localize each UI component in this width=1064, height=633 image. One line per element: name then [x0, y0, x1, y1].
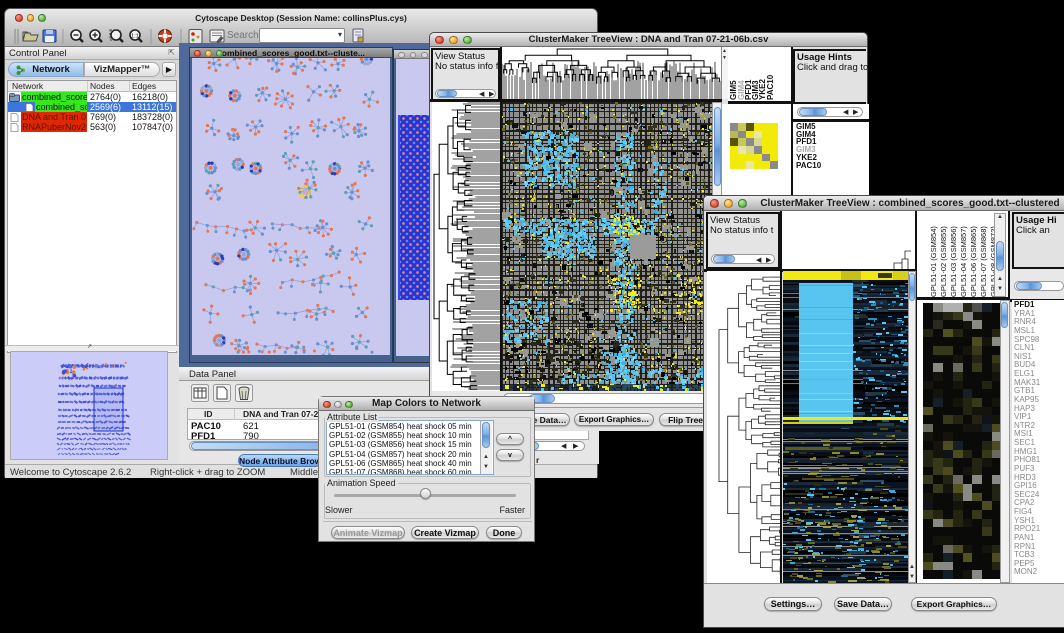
svg-text:1:1: 1:1	[131, 34, 139, 40]
